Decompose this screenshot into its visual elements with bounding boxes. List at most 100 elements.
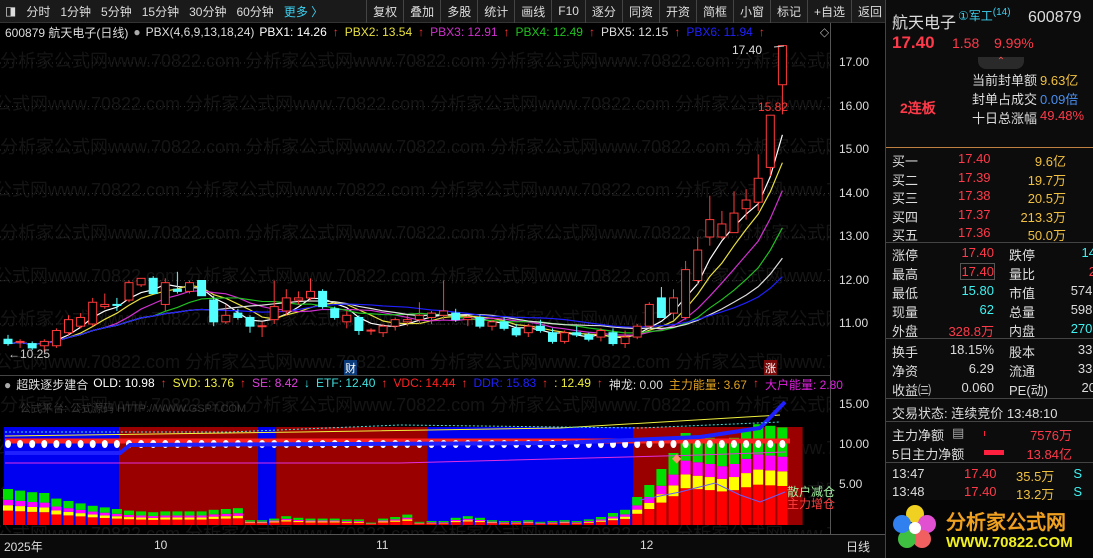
indicator-bar-segment (15, 506, 26, 512)
date-label: 12 (640, 538, 654, 552)
indicator-dot (670, 440, 677, 448)
candle-up (427, 312, 436, 318)
indicator-bar-segment (571, 522, 582, 524)
indicator-bar-segment (99, 517, 110, 525)
diamond-marker-icon: ◆ (672, 451, 682, 465)
stat-label: 流通 (1009, 364, 1036, 379)
kline-chart[interactable]: ◆ (0, 0, 885, 558)
indicator-bar-segment (462, 518, 473, 521)
indicator-bar-segment (547, 522, 558, 524)
down-arrow-icon: ↓ (304, 376, 311, 390)
indicator-bar-segment (644, 485, 655, 497)
indicator-bar-segment (620, 514, 631, 517)
bid-label: 买二 (892, 172, 919, 188)
indicator-bar-segment (208, 516, 219, 519)
period-label[interactable]: 日线 (846, 538, 870, 555)
limit-up-marker[interactable]: 涨 (764, 360, 777, 376)
indicator-bar-segment (753, 484, 764, 525)
indicator-bar-segment (124, 519, 134, 525)
seal-label: 当前封单额 (972, 73, 1038, 88)
indicator-bar-segment (99, 515, 110, 518)
price-tick: 16.00 (839, 98, 870, 113)
collapse-icon[interactable]: ⌃ (978, 57, 1024, 69)
indicator-dot (65, 440, 72, 448)
stat-row: 最高 17.40 量比 2 (886, 263, 1093, 282)
indicator-bar-segment (462, 521, 473, 525)
indicator-value: 神龙: 0.00 (608, 378, 663, 392)
candle-down (451, 312, 461, 321)
indicator-bar-segment (450, 521, 461, 523)
indicator-dot (706, 440, 713, 448)
indicator-bar-segment (426, 522, 437, 523)
candle-down (656, 297, 666, 318)
indicator-bar-segment (148, 512, 159, 517)
bid-row: 买三 17.38 20.5万 (886, 187, 1093, 206)
seal-label: 十日总涨幅 (972, 111, 1038, 126)
indicator-dot (682, 440, 689, 448)
bid-row: 买四 17.37 213.3万 (886, 206, 1093, 225)
indicator-bar-segment (3, 510, 13, 525)
bid-price: 17.38 (958, 188, 991, 203)
indicator-bar-segment (51, 498, 62, 507)
indicator-bar-segment (39, 493, 50, 503)
indicator-menu-icon[interactable]: ● (4, 378, 11, 392)
stock-name: 航天电子 (892, 15, 957, 32)
indicator-bar-segment (257, 521, 268, 523)
candle-down (112, 303, 122, 306)
sector-tag[interactable]: ①军工(14) (958, 7, 1011, 24)
indicator-bar-segment (499, 521, 510, 523)
stat-label: 涨停 (892, 248, 919, 263)
stat-row: 现量 62 总量 598. (886, 301, 1093, 320)
candle-up (402, 319, 412, 323)
price-tick: 12.00 (839, 272, 870, 287)
candle-down (172, 288, 182, 292)
indicator-bar-segment (124, 514, 134, 518)
indicator-bar-segment (438, 522, 449, 523)
candle-up (523, 325, 533, 334)
candle-down (233, 312, 243, 318)
indicator-bar-segment (63, 501, 74, 509)
indicator-bar-segment (329, 522, 340, 525)
candle-up (390, 319, 400, 327)
indicator-bar-segment (487, 520, 497, 522)
date-label: 11 (376, 538, 389, 552)
finance-marker[interactable]: 财 (344, 360, 357, 376)
candle-down (584, 334, 594, 340)
indicator-bar-segment (245, 521, 255, 523)
candle-up (185, 282, 194, 292)
indicator-bar-segment (462, 520, 473, 522)
indicator-bar-segment (741, 458, 752, 474)
indicator-dot (41, 440, 48, 448)
indicator-bar-segment (378, 520, 389, 522)
indicator-bar-segment (608, 520, 618, 525)
money-flow-row: 5日主力净额 13.84亿 (886, 443, 1093, 462)
indicator-watermark: 公式平台: 公式源码 HTTP://WWW.GSPT.COM (20, 403, 247, 415)
date-axis: 2025年 10 11 12 日线 (0, 534, 885, 558)
list-icon[interactable]: ▤ (952, 425, 964, 441)
indicator-bar-segment (402, 514, 413, 518)
indicator-bar-segment (668, 474, 679, 486)
indicator-bar-segment (87, 511, 98, 515)
indicator-name[interactable]: 超跌逐步建合 (16, 376, 88, 393)
indicator-bar-segment (547, 523, 558, 525)
indicator-value: SE: 8.42 (252, 376, 299, 390)
indicator-bar-segment (51, 510, 62, 515)
indicator-bar-segment (353, 522, 364, 525)
indicator-bar-segment (99, 507, 110, 513)
indicator-bar-segment (438, 523, 449, 525)
indicator-bar-segment (27, 506, 38, 512)
candle-up (717, 223, 727, 238)
indicator-bar-segment (595, 517, 606, 520)
logo-title: 分析家公式网 (946, 512, 1066, 534)
indicator-bar-segment (245, 523, 255, 525)
seal-value: 9.63亿 (1040, 73, 1079, 88)
indicator-bar-segment (523, 520, 534, 522)
candle-down (318, 290, 328, 308)
indicator-bar-segment (692, 489, 703, 525)
quote-panel: 航天电子 ①军工(14) 600879 17.40 1.58 9.99% ⌃ 2… (885, 0, 1093, 558)
stat-value: 17.40 (960, 263, 995, 280)
indicator-bar-segment (438, 521, 449, 523)
indicator-bar-segment (196, 511, 207, 516)
stat-label: 股本 (1009, 345, 1036, 360)
candle-up (221, 314, 231, 323)
